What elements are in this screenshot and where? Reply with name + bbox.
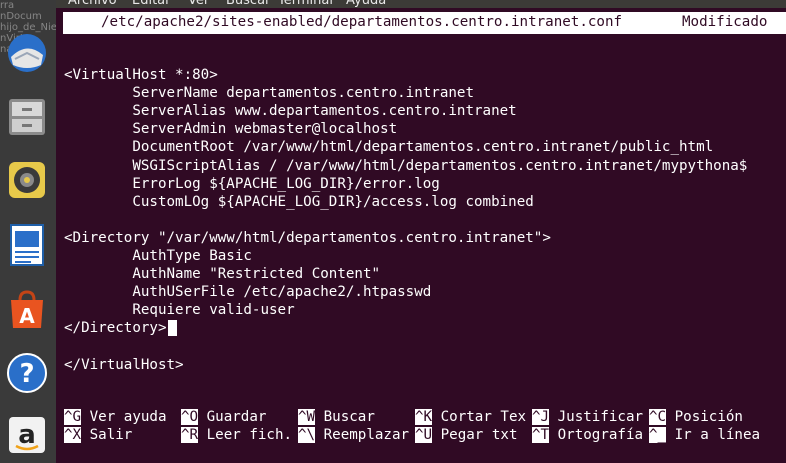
shortcut-key: ^C <box>649 409 667 425</box>
shortcut-justify[interactable]: ^J Justificar <box>532 408 643 426</box>
menu-buscar[interactable]: Buscar <box>226 0 270 8</box>
menu-ver[interactable]: Ver <box>188 0 209 8</box>
shortcut-key: ^\ <box>298 427 316 443</box>
shortcut-label: Leer fich. <box>198 427 293 443</box>
files-icon[interactable] <box>4 94 50 140</box>
shortcut-position[interactable]: ^C Posición <box>649 408 743 426</box>
libreoffice-writer-icon[interactable] <box>4 222 50 268</box>
editor-line-text: </Directory> <box>64 320 167 337</box>
editor-line: AuthUSerFile /etc/apache2/.htpasswd <box>64 284 432 301</box>
editor-line: ServerAdmin webmaster@localhost <box>64 121 398 138</box>
shortcut-key: ^J <box>532 409 550 425</box>
shortcut-key: ^W <box>298 409 316 425</box>
file-path: /etc/apache2/sites-enabled/departamentos… <box>101 14 623 30</box>
editor-line: AuthType Basic <box>64 248 252 265</box>
shortcut-label: Posición <box>666 409 743 425</box>
shortcut-exit[interactable]: ^X Salir <box>64 426 132 444</box>
amazon-icon[interactable]: a <box>4 412 50 458</box>
editor-line: AuthName "Restricted Content" <box>64 266 381 283</box>
nano-shortcut-bar: ^G Ver ayuda ^O Guardar ^W Buscar ^K Cor… <box>64 408 786 444</box>
editor-line: ErrorLog ${APACHE_LOG_DIR}/error.log <box>64 175 440 192</box>
menu-ayuda[interactable]: Ayuda <box>346 0 386 8</box>
shortcut-label: Ortografía <box>549 427 644 443</box>
shortcut-key: ^G <box>64 409 82 425</box>
editor-area[interactable]: <VirtualHost *:80> ServerName departamen… <box>64 48 784 374</box>
shortcut-key: ^T <box>532 427 550 443</box>
menu-editar[interactable]: Editar <box>132 0 171 8</box>
editor-line: ServerName departamentos.centro.intranet <box>64 85 474 102</box>
shortcut-label: Cortar Tex <box>432 409 527 425</box>
modified-status: Modificado <box>682 14 768 30</box>
terminal-menubar: Archivo Editar Ver Buscar Terminal Ayuda <box>56 0 786 8</box>
editor-line: Requiere valid-user <box>64 302 295 319</box>
shortcut-help[interactable]: ^G Ver ayuda <box>64 408 167 426</box>
shortcut-label: Guardar <box>198 409 267 425</box>
editor-line: <VirtualHost *:80> <box>64 67 218 84</box>
shortcut-label: Buscar <box>315 409 375 425</box>
editor-line: </VirtualHost> <box>64 356 184 373</box>
shortcut-row-2: ^X Salir ^R Leer fich. ^\ Reemplazar ^U … <box>64 426 786 444</box>
shortcut-search[interactable]: ^W Buscar <box>298 408 375 426</box>
shortcut-key: ^U <box>415 427 433 443</box>
unity-launcher: rra nDocum hijo_de_Nieve nVirtu nam <box>0 0 56 463</box>
editor-line: DocumentRoot /var/www/html/departamentos… <box>64 139 714 156</box>
nano-title-bar: /etc/apache2/sites-enabled/departamentos… <box>63 12 786 34</box>
shortcut-replace[interactable]: ^\ Reemplazar <box>298 426 409 444</box>
rhythmbox-icon[interactable] <box>4 157 50 203</box>
editor-line: ServerAlias www.departamentos.centro.int… <box>64 103 517 120</box>
menu-archivo[interactable]: Archivo <box>68 0 117 8</box>
software-center-glyph: A <box>19 304 35 328</box>
text-cursor <box>167 320 177 337</box>
help-icon[interactable]: ? <box>4 350 50 396</box>
shortcut-paste[interactable]: ^U Pegar txt <box>415 426 518 444</box>
thunderbird-icon[interactable] <box>4 30 50 76</box>
shortcut-row-1: ^G Ver ayuda ^O Guardar ^W Buscar ^K Cor… <box>64 408 786 426</box>
shortcut-label: Ir a línea <box>666 427 761 443</box>
help-glyph: ? <box>19 359 34 389</box>
shortcut-label: Reemplazar <box>315 427 410 443</box>
menu-terminal[interactable]: Terminal <box>278 0 333 8</box>
editor-line-cursor: </Directory> <box>64 319 784 337</box>
software-center-icon[interactable]: A <box>4 287 50 333</box>
shortcut-key: ^_ <box>649 427 667 443</box>
shortcut-key: ^X <box>64 427 82 443</box>
shortcut-key: ^O <box>181 409 199 425</box>
shortcut-key: ^R <box>181 427 199 443</box>
editor-line: CustomLOg ${APACHE_LOG_DIR}/access.log c… <box>64 193 534 210</box>
terminal-window[interactable]: /etc/apache2/sites-enabled/departamentos… <box>56 8 786 463</box>
editor-line: <Directory "/var/www/html/departamentos.… <box>64 229 551 246</box>
editor-line: WSGIScriptAlias / /var/www/html/departam… <box>64 157 748 174</box>
shortcut-read-file[interactable]: ^R Leer fich. <box>181 426 292 444</box>
shortcut-spelling[interactable]: ^T Ortografía <box>532 426 643 444</box>
shortcut-goto-line[interactable]: ^_ Ir a línea <box>649 426 760 444</box>
amazon-glyph: a <box>18 420 36 450</box>
shortcut-label: Pegar txt <box>432 427 518 443</box>
shortcut-key: ^K <box>415 409 433 425</box>
shortcut-label: Justificar <box>549 409 644 425</box>
shortcut-label: Ver ayuda <box>81 409 167 425</box>
shortcut-cut[interactable]: ^K Cortar Tex <box>415 408 526 426</box>
shortcut-label: Salir <box>81 427 133 443</box>
shortcut-save[interactable]: ^O Guardar <box>181 408 266 426</box>
